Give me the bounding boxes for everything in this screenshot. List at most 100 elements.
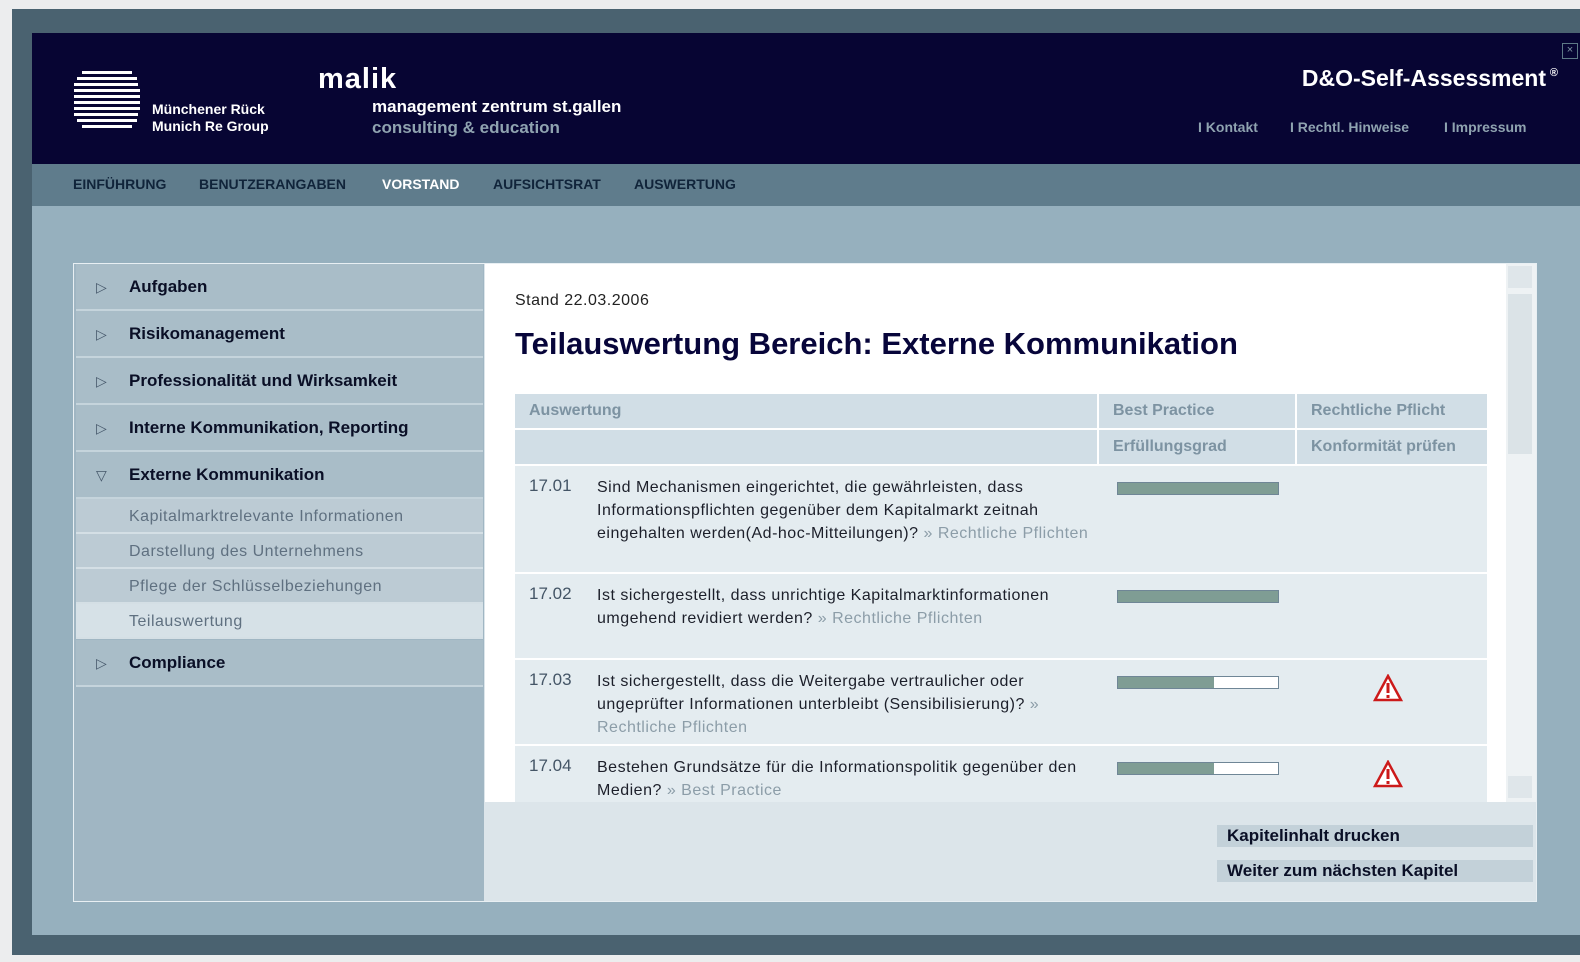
table-row: 17.01 Sind Mechanismen eingerichtet, die… [515, 466, 1487, 572]
link-kontakt[interactable]: I Kontakt [1198, 119, 1258, 135]
malik-tagline-1: management zentrum st.gallen [372, 97, 622, 116]
table-row: 17.03 Ist sichergestellt, dass die Weite… [515, 660, 1487, 744]
fulfillment-cell [1099, 660, 1295, 744]
main-panel: ▷ Aufgaben ▷ Risikomanagement ▷ Professi… [73, 263, 1537, 902]
fulfillment-bar-fill [1118, 483, 1278, 494]
next-chapter-button[interactable]: Weiter zum nächsten Kapitel [1217, 860, 1533, 882]
header-label: Auswertung [529, 402, 622, 419]
subheader-erfuellungsgrad: Erfüllungsgrad [1099, 430, 1295, 464]
compliance-cell [1297, 660, 1487, 744]
malik-logo: malik [318, 63, 398, 95]
close-icon[interactable]: × [1562, 43, 1578, 59]
warning-icon[interactable] [1373, 760, 1403, 788]
tab-vorstand[interactable]: VORSTAND [382, 176, 460, 192]
link-impressum[interactable]: I Impressum [1444, 119, 1526, 135]
sidebar-item-label: Professionalität und Wirksamkeit [129, 371, 398, 390]
question-text: Bestehen Grundsätze für die Informations… [597, 756, 1097, 802]
sidebar-item-aufgaben[interactable]: ▷ Aufgaben [76, 264, 483, 311]
header-label: Best Practice [1113, 402, 1215, 419]
table-row: 17.04 Bestehen Grundsätze für die Inform… [515, 746, 1487, 802]
sidebar-subitem-label: Teilauswertung [129, 613, 243, 630]
sidebar-item-label: Externe Kommunikation [129, 465, 325, 484]
sidebar-subitem-pflege[interactable]: Pflege der Schlüsselbeziehungen [76, 569, 483, 604]
next-chapter-label: Weiter zum nächsten Kapitel [1227, 861, 1459, 880]
question-number: 17.01 [529, 476, 572, 495]
sidebar-item-label: Risikomanagement [129, 324, 285, 343]
sidebar-subitem-label: Darstellung des Unternehmens [129, 543, 364, 560]
fulfillment-cell [1099, 466, 1295, 572]
scrollbar[interactable] [1506, 264, 1536, 802]
compliance-cell [1297, 746, 1487, 802]
link-rechtl-hinweise[interactable]: I Rechtl. Hinweise [1290, 119, 1409, 135]
content-area: Stand 22.03.2006 Teilauswertung Bereich:… [485, 264, 1506, 802]
stand-date: Stand 22.03.2006 [515, 292, 650, 309]
sidebar-item-label: Interne Kommunikation, Reporting [129, 418, 409, 437]
question-link[interactable]: » Rechtliche Pflichten [923, 525, 1088, 542]
sidebar: ▷ Aufgaben ▷ Risikomanagement ▷ Professi… [74, 264, 484, 901]
fulfillment-bar [1117, 676, 1279, 689]
sidebar-item-risikomanagement[interactable]: ▷ Risikomanagement [76, 311, 483, 358]
scrollbar-thumb[interactable] [1508, 294, 1532, 454]
sidebar-subitem-darstellung[interactable]: Darstellung des Unternehmens [76, 534, 483, 569]
window-frame: × Münchener Rück Munich Re Group malik m… [12, 9, 1580, 955]
munich-re-line1: Münchener Rück [152, 101, 265, 117]
question-cell: 17.04 Bestehen Grundsätze für die Inform… [515, 746, 1097, 802]
sidebar-subitem-label: Pflege der Schlüsselbeziehungen [129, 578, 382, 595]
app-title-text: D&O-Self-Assessment [1301, 65, 1546, 91]
header-best-practice: Best Practice [1099, 394, 1295, 428]
munich-re-line2: Munich Re Group [152, 118, 269, 134]
table-row: 17.02 Ist sichergestellt, dass unrichtig… [515, 574, 1487, 658]
sidebar-subitem-teilauswertung[interactable]: Teilauswertung [76, 604, 483, 639]
triangle-down-icon: ▽ [96, 467, 107, 483]
question-body: Ist sichergestellt, dass die Weitergabe … [597, 673, 1025, 713]
munich-re-logo [74, 69, 140, 135]
triangle-right-icon: ▷ [96, 326, 107, 342]
munich-re-name: Münchener Rück Munich Re Group [152, 101, 269, 135]
question-cell: 17.03 Ist sichergestellt, dass die Weite… [515, 660, 1097, 744]
triangle-right-icon: ▷ [96, 420, 107, 436]
compliance-cell [1297, 574, 1487, 658]
sidebar-item-externe-kommunikation[interactable]: ▽ Externe Kommunikation [76, 452, 483, 499]
sidebar-item-professionalitaet[interactable]: ▷ Professionalität und Wirksamkeit [76, 358, 483, 405]
fulfillment-bar [1117, 482, 1279, 495]
scroll-up-icon[interactable] [1508, 266, 1532, 288]
main-nav: EINFÜHRUNG BENUTZERANGABEN VORSTAND AUFS… [32, 164, 1580, 206]
sidebar-item-compliance[interactable]: ▷ Compliance [76, 640, 483, 687]
registered-mark: ® [1549, 67, 1558, 79]
header-rechtliche-pflicht: Rechtliche Pflicht [1297, 394, 1487, 428]
fulfillment-bar-fill [1118, 677, 1214, 688]
question-number: 17.02 [529, 584, 572, 603]
app-area: × Münchener Rück Munich Re Group malik m… [32, 33, 1580, 935]
print-chapter-button[interactable]: Kapitelinhalt drucken [1217, 825, 1533, 847]
tab-aufsichtsrat[interactable]: AUFSICHTSRAT [493, 176, 601, 192]
header-auswertung: Auswertung [515, 394, 1097, 428]
sidebar-item-interne-kommunikation[interactable]: ▷ Interne Kommunikation, Reporting [76, 405, 483, 452]
sidebar-item-label: Compliance [129, 653, 226, 672]
subheader-empty [515, 430, 1097, 464]
tab-auswertung[interactable]: AUSWERTUNG [634, 176, 736, 192]
fulfillment-cell [1099, 574, 1295, 658]
subheader-label: Konformität prüfen [1311, 438, 1456, 455]
triangle-right-icon: ▷ [96, 279, 107, 295]
compliance-cell [1297, 466, 1487, 572]
question-cell: 17.02 Ist sichergestellt, dass unrichtig… [515, 574, 1097, 658]
sidebar-subitem-kapitalmarktrelevante[interactable]: Kapitalmarktrelevante Informationen [76, 499, 483, 534]
warning-icon[interactable] [1373, 674, 1403, 702]
question-cell: 17.01 Sind Mechanismen eingerichtet, die… [515, 466, 1097, 572]
fulfillment-bar-fill [1118, 763, 1214, 774]
scroll-down-icon[interactable] [1508, 776, 1532, 798]
subheader-label: Erfüllungsgrad [1113, 438, 1227, 455]
subheader-konformitaet: Konformität prüfen [1297, 430, 1487, 464]
sidebar-subitem-label: Kapitalmarktrelevante Informationen [129, 508, 404, 525]
page-title: Teilauswertung Bereich: Externe Kommunik… [515, 326, 1238, 361]
tab-einfuehrung[interactable]: EINFÜHRUNG [73, 176, 166, 192]
fulfillment-bar-fill [1118, 591, 1278, 602]
fulfillment-bar [1117, 590, 1279, 603]
question-text: Ist sichergestellt, dass unrichtige Kapi… [597, 584, 1097, 630]
question-text: Sind Mechanismen eingerichtet, die gewäh… [597, 476, 1097, 545]
question-link[interactable]: » Rechtliche Pflichten [818, 610, 983, 627]
question-link[interactable]: » Best Practice [667, 782, 782, 799]
tab-benutzerangaben[interactable]: BENUTZERANGABEN [199, 176, 346, 192]
header: × Münchener Rück Munich Re Group malik m… [32, 33, 1580, 164]
triangle-right-icon: ▷ [96, 373, 107, 389]
